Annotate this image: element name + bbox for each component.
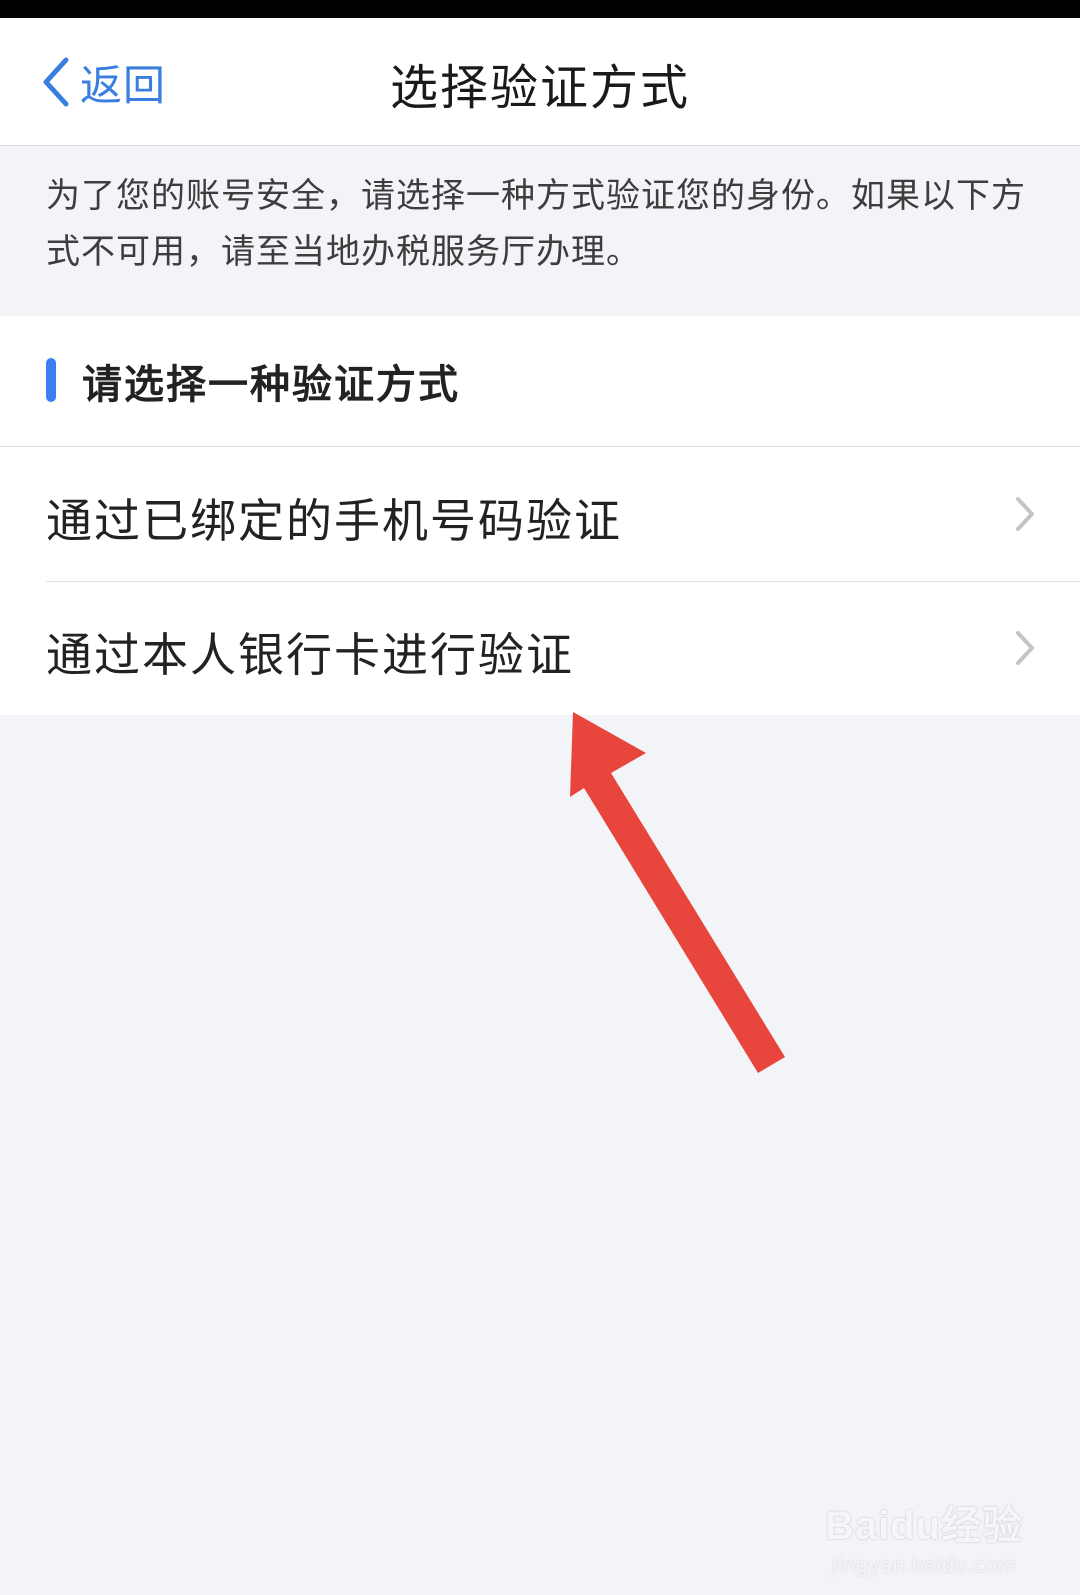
red-arrow-icon: [570, 712, 785, 1073]
chevron-right-icon: [1016, 497, 1034, 531]
verification-method-section: 请选择一种验证方式 通过已绑定的手机号码验证 通过本人银行卡进行验证: [0, 316, 1080, 715]
section-header: 请选择一种验证方式: [0, 316, 1080, 447]
page-title: 选择验证方式: [389, 60, 690, 116]
status-bar: [0, 0, 1080, 18]
chevron-right-icon: [1016, 631, 1034, 665]
section-title: 请选择一种验证方式: [82, 362, 460, 408]
watermark-url: jingyan.baidu.com: [831, 1553, 1017, 1577]
section-marker: [46, 358, 56, 402]
option-phone-verification[interactable]: 通过已绑定的手机号码验证: [0, 447, 1080, 581]
baidu-jingyan-logo: Baidu经验: [824, 1504, 1024, 1548]
option-label: 通过本人银行卡进行验证: [46, 628, 574, 682]
security-notice-text: 为了您的账号安全，请选择一种方式验证您的身份。如果以下方式不可用，请至当地办税服…: [46, 176, 1026, 272]
option-bank-card-verification[interactable]: 通过本人银行卡进行验证: [0, 581, 1080, 715]
security-notice: 为了您的账号安全，请选择一种方式验证您的身份。如果以下方式不可用，请至当地办税服…: [0, 146, 1080, 316]
navigation-bar: 返回 选择验证方式: [0, 18, 1080, 146]
option-label: 通过已绑定的手机号码验证: [46, 494, 622, 548]
watermark: Baidu经验 jingyan.baidu.com: [824, 1493, 1024, 1577]
